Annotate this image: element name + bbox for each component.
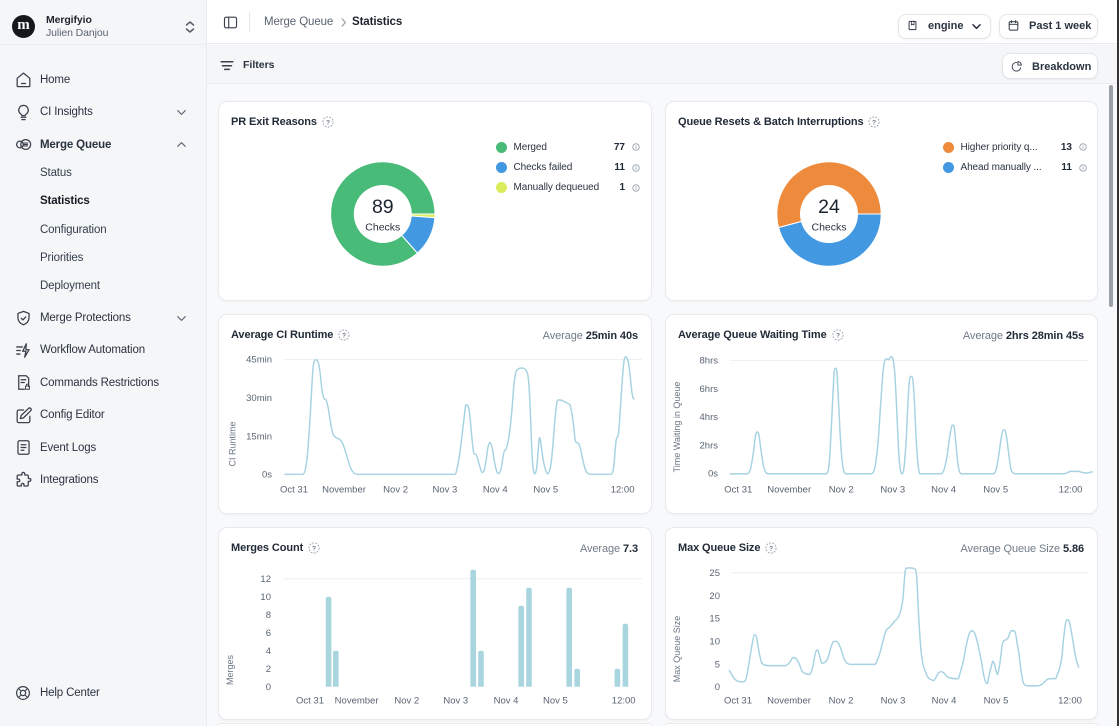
svg-text:12:00: 12:00 (612, 695, 636, 706)
svg-text:Checks: Checks (365, 222, 400, 234)
svg-text:Nov 4: Nov 4 (932, 695, 957, 706)
svg-text:12:00: 12:00 (611, 485, 635, 496)
svg-text:Time Waiting in Queue: Time Waiting in Queue (672, 382, 682, 473)
svg-text:Nov 3: Nov 3 (432, 485, 457, 496)
svg-text:November: November (767, 485, 811, 496)
svg-text:12:00: 12:00 (1059, 485, 1083, 496)
svg-text:Nov 5: Nov 5 (983, 485, 1008, 496)
svg-text:8: 8 (266, 610, 271, 621)
svg-text:12:00: 12:00 (1058, 695, 1082, 706)
svg-text:8hrs: 8hrs (700, 356, 719, 367)
svg-text:30min: 30min (246, 393, 272, 404)
svg-text:Oct 31: Oct 31 (724, 695, 752, 706)
svg-text:Nov 2: Nov 2 (829, 485, 854, 496)
svg-text:Nov 2: Nov 2 (394, 695, 419, 706)
svg-text:Nov 2: Nov 2 (383, 485, 408, 496)
svg-text:Nov 3: Nov 3 (443, 695, 468, 706)
svg-text:4: 4 (266, 646, 271, 657)
svg-text:Nov 2: Nov 2 (829, 695, 854, 706)
svg-text:Nov 5: Nov 5 (533, 485, 558, 496)
svg-text:Nov 3: Nov 3 (880, 485, 905, 496)
svg-text:6: 6 (266, 628, 271, 639)
svg-text:November: November (767, 695, 811, 706)
svg-text:Oct 31: Oct 31 (296, 695, 324, 706)
svg-text:15min: 15min (246, 431, 272, 442)
svg-text:Oct 31: Oct 31 (724, 485, 752, 496)
svg-text:10: 10 (709, 637, 720, 648)
svg-text:45min: 45min (246, 355, 272, 366)
svg-text:Nov 5: Nov 5 (543, 695, 568, 706)
svg-text:10: 10 (260, 592, 271, 603)
svg-text:Max Queue Size: Max Queue Size (672, 616, 682, 683)
svg-text:Nov 3: Nov 3 (881, 695, 906, 706)
svg-text:0: 0 (266, 682, 271, 693)
svg-text:Checks: Checks (811, 222, 846, 234)
svg-text:2: 2 (266, 664, 271, 675)
svg-text:25: 25 (709, 568, 720, 579)
svg-text:Oct 31: Oct 31 (280, 485, 308, 496)
svg-text:12: 12 (260, 574, 271, 585)
svg-text:November: November (335, 695, 379, 706)
svg-text:0s: 0s (708, 469, 718, 480)
svg-text:15: 15 (709, 614, 720, 625)
svg-text:5: 5 (715, 659, 720, 670)
svg-text:0: 0 (715, 682, 720, 693)
svg-text:4hrs: 4hrs (700, 412, 719, 423)
svg-text:Nov 4: Nov 4 (931, 485, 956, 496)
svg-text:CI Runtime: CI Runtime (228, 421, 238, 466)
svg-text:2hrs: 2hrs (700, 440, 719, 451)
svg-text:Merges: Merges (225, 654, 235, 685)
svg-text:20: 20 (709, 591, 720, 602)
svg-text:0s: 0s (262, 470, 272, 481)
svg-text:Nov 5: Nov 5 (984, 695, 1009, 706)
svg-text:Nov 4: Nov 4 (483, 485, 508, 496)
svg-text:24: 24 (818, 196, 840, 218)
svg-text:November: November (322, 485, 366, 496)
svg-text:6hrs: 6hrs (700, 384, 719, 395)
svg-text:89: 89 (372, 196, 394, 218)
svg-text:Nov 4: Nov 4 (494, 695, 519, 706)
